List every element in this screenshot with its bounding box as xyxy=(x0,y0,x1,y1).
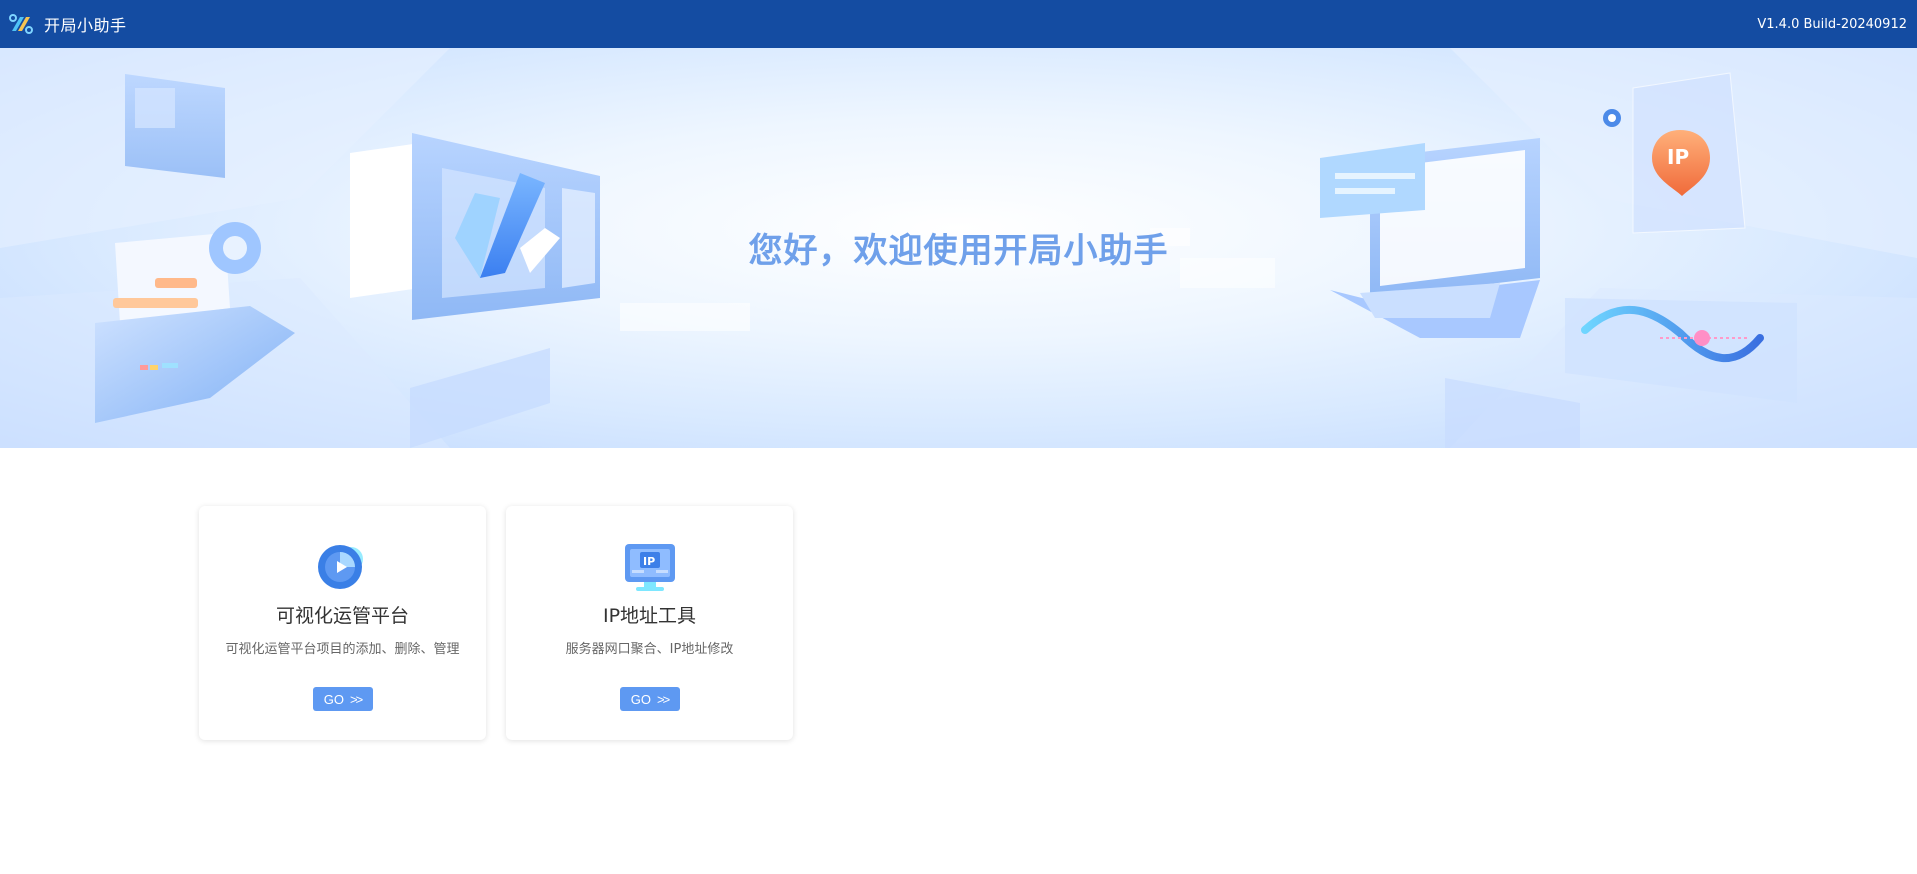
card-ip-address-tool[interactable]: IP IP地址工具 服务器网口聚合、IP地址修改 GO >> xyxy=(506,506,793,740)
ip-icon-label: IP xyxy=(643,555,655,568)
go-button-label: GO xyxy=(630,691,652,707)
double-chevron-right-icon: >> xyxy=(657,691,670,707)
card-title: 可视化运管平台 xyxy=(275,605,409,627)
card-description: 服务器网口聚合、IP地址修改 xyxy=(565,642,734,657)
card-title: IP地址工具 xyxy=(602,605,697,627)
brand: 开局小助手 xyxy=(8,11,127,37)
welcome-banner: IP 您好，欢迎使用开局小助手 xyxy=(0,48,1917,448)
card-description: 可视化运管平台项目的添加、删除、管理 xyxy=(225,642,460,657)
svg-text:IP: IP xyxy=(1667,145,1689,169)
app-logo-icon xyxy=(9,14,33,34)
go-button-label: GO xyxy=(323,691,345,707)
ip-monitor-icon: IP xyxy=(624,544,675,591)
double-chevron-right-icon: >> xyxy=(350,691,363,707)
go-button-ip-tool[interactable]: GO >> xyxy=(619,687,680,711)
tool-cards: 可视化运管平台 可视化运管平台项目的添加、删除、管理 GO >> IP IP地址… xyxy=(199,506,793,740)
version-label: V1.4.0 Build-20240912 xyxy=(1757,16,1907,32)
welcome-heading: 您好，欢迎使用开局小助手 xyxy=(748,231,1169,271)
go-button-visual-ops[interactable]: GO >> xyxy=(312,687,373,711)
app-title: 开局小助手 xyxy=(44,16,127,35)
card-visual-ops-platform[interactable]: 可视化运管平台 可视化运管平台项目的添加、删除、管理 GO >> xyxy=(199,506,486,740)
top-bar: 开局小助手 V1.4.0 Build-20240912 xyxy=(0,0,1917,48)
dashboard-pie-icon xyxy=(317,545,363,589)
